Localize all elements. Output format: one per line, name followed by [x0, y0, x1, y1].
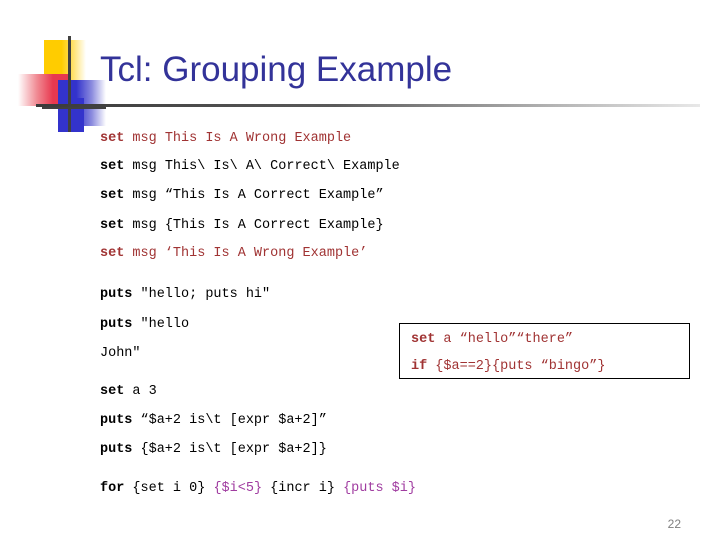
code-text: msg This Is A Wrong Example	[124, 131, 352, 146]
code-text: a “hello”“there”	[435, 332, 574, 347]
keyword-puts: puts	[100, 413, 133, 428]
code-line-set-correct-brace: set msg {This Is A Correct Example}	[100, 219, 384, 233]
title-underline-rule	[36, 104, 700, 107]
keyword-if: if	[411, 359, 428, 374]
slide-title: Tcl: Grouping Example	[100, 50, 453, 89]
keyword-set: set	[100, 218, 125, 233]
code-text: a 3	[124, 384, 157, 399]
keyword-puts: puts	[100, 317, 133, 332]
code-text: “$a+2 is\t [expr $a+2]”	[132, 413, 327, 428]
code-line-puts-multiline-close: John"	[100, 347, 141, 361]
crosshair-vertical-icon	[68, 36, 71, 132]
keyword-set: set	[100, 188, 125, 203]
code-line-puts-semicolon: puts "hello; puts hi"	[100, 288, 270, 302]
code-line-puts-expr-dquote: puts “$a+2 is\t [expr $a+2]”	[100, 414, 327, 428]
code-text: "hello	[132, 317, 190, 332]
code-line-set-a-3: set a 3	[100, 385, 157, 399]
keyword-set: set	[100, 131, 125, 146]
code-line-set-correct-dquote: set msg “This Is A Correct Example”	[100, 189, 384, 203]
code-text: msg ‘This Is A Wrong Example’	[124, 246, 368, 261]
code-line-set-correct-escaped: set msg This\ Is\ A\ Correct\ Example	[100, 160, 400, 174]
code-text: msg {This Is A Correct Example}	[124, 218, 384, 233]
for-body-segment: {puts $i}	[343, 481, 416, 496]
keyword-puts: puts	[100, 287, 133, 302]
code-text: John"	[100, 346, 141, 361]
keyword-set: set	[100, 159, 125, 174]
keyword-for: for	[100, 481, 125, 496]
keyword-puts: puts	[100, 442, 133, 457]
code-text: msg This\ Is\ A\ Correct\ Example	[124, 159, 400, 174]
keyword-set: set	[100, 384, 125, 399]
code-line-for-loop: for {set i 0} {$i<5} {incr i} {puts $i}	[100, 482, 416, 496]
keyword-set: set	[411, 332, 436, 347]
code-line-puts-expr-brace: puts {$a+2 is\t [expr $a+2]}	[100, 443, 327, 457]
for-condition-segment: {$i<5}	[213, 481, 263, 496]
code-text: {$a==2}{puts “bingo”}	[427, 359, 606, 374]
code-line-set-wrong-squote: set msg ‘This Is A Wrong Example’	[100, 247, 367, 261]
for-increment-segment: {incr i}	[262, 481, 344, 496]
keyword-set: set	[100, 246, 125, 261]
for-init-segment: {set i 0}	[124, 481, 214, 496]
slide-number: 22	[667, 517, 681, 531]
callout-box: set a “hello”“there” if {$a==2}{puts “bi…	[399, 323, 690, 379]
code-text: "hello; puts hi"	[132, 287, 271, 302]
slide-logo-decoration	[14, 36, 106, 132]
code-text: msg “This Is A Correct Example”	[124, 188, 384, 203]
callout-line-set: set a “hello”“there”	[411, 333, 573, 347]
callout-line-if: if {$a==2}{puts “bingo”}	[411, 360, 605, 374]
code-line-puts-multiline-open: puts "hello	[100, 318, 189, 332]
code-line-set-wrong-bare: set msg This Is A Wrong Example	[100, 132, 351, 146]
code-text: {$a+2 is\t [expr $a+2]}	[132, 442, 327, 457]
